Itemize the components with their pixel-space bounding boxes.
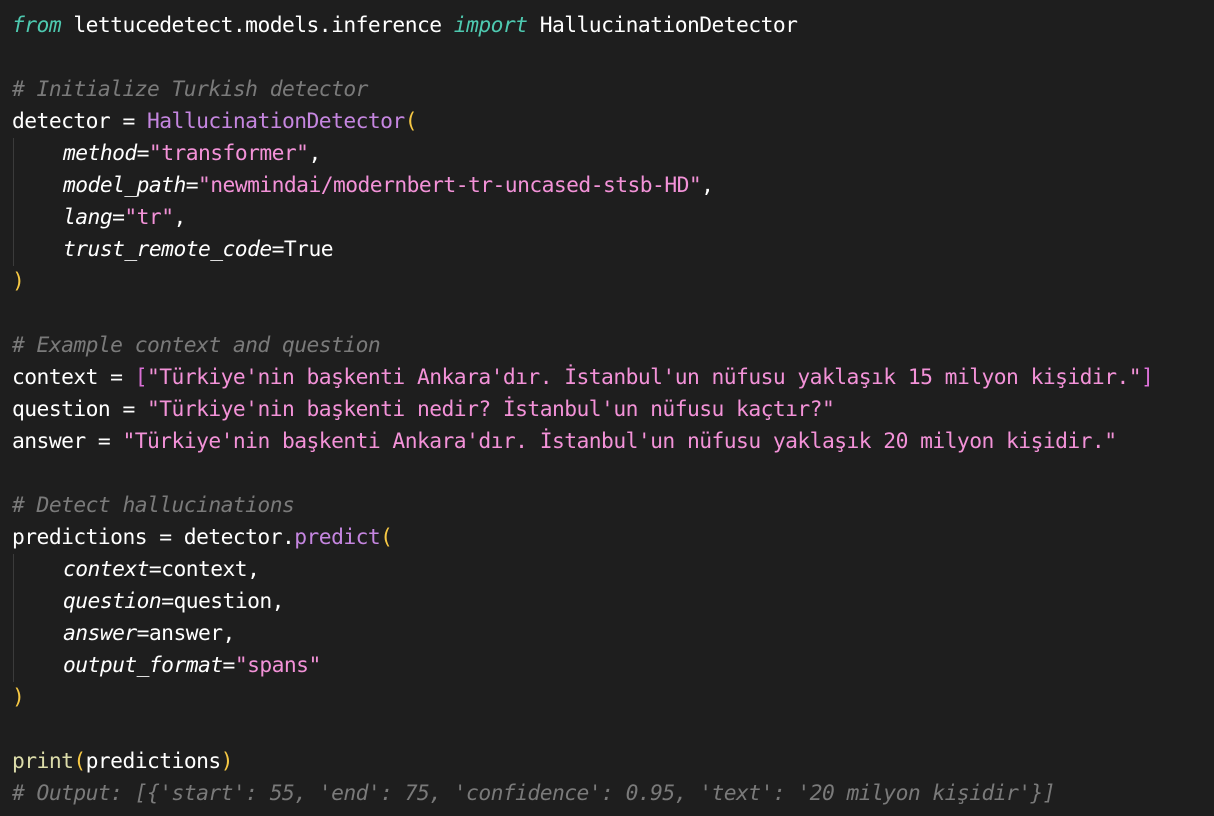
- code-line[interactable]: context = ["Türkiye'nin başkenti Ankara'…: [12, 362, 1214, 394]
- code-text-token: predictions: [85, 749, 222, 774]
- code-text-token: detector =: [12, 109, 147, 134]
- code-line[interactable]: from lettucedetect.models.inference impo…: [12, 10, 1214, 42]
- code-text-token: ,: [308, 141, 321, 166]
- string-literal-token: "Türkiye'nin başkenti Ankara'dır. İstanb…: [147, 365, 1142, 390]
- paren-token: ): [12, 269, 25, 294]
- paren-token: ): [12, 685, 25, 710]
- string-literal-token: "newmindai/modernbert-tr-uncased-stsb-HD…: [198, 173, 702, 198]
- argument-name-token: trust_remote_code: [63, 237, 272, 262]
- code-line[interactable]: predictions = detector.predict(: [12, 522, 1214, 554]
- string-literal-token: "spans": [234, 653, 321, 678]
- code-line[interactable]: [12, 298, 1214, 330]
- code-text-token: =question,: [161, 589, 284, 614]
- indent-guide: [12, 618, 63, 650]
- string-literal-token: "transformer": [148, 141, 309, 166]
- code-editor[interactable]: from lettucedetect.models.inference impo…: [0, 0, 1214, 816]
- code-text-token: =: [136, 141, 150, 166]
- code-line[interactable]: output_format="spans": [12, 650, 1214, 682]
- code-text-token: answer =: [12, 429, 123, 454]
- code-line[interactable]: question=question,: [12, 586, 1214, 618]
- string-literal-token: "Türkiye'nin başkenti nedir? İstanbul'un…: [147, 397, 835, 422]
- code-line[interactable]: model_path="newmindai/modernbert-tr-unca…: [12, 170, 1214, 202]
- comment-token: # Initialize Turkish detector: [12, 77, 368, 102]
- code-line[interactable]: # Output: [{'start': 55, 'end': 75, 'con…: [12, 778, 1214, 810]
- indent-guide: [12, 650, 63, 682]
- code-line[interactable]: context=context,: [12, 554, 1214, 586]
- function-name-token: HallucinationDetector: [147, 109, 405, 134]
- indent-guide: [12, 138, 63, 170]
- paren-token: ): [220, 749, 234, 774]
- argument-name-token: question: [63, 589, 162, 614]
- code-line[interactable]: detector = HallucinationDetector(: [12, 106, 1214, 138]
- code-line[interactable]: answer = "Türkiye'nin başkenti Ankara'dı…: [12, 426, 1214, 458]
- code-line[interactable]: # Detect hallucinations: [12, 490, 1214, 522]
- indent-guide: [12, 202, 63, 234]
- code-text-token: =True: [271, 237, 334, 262]
- string-literal-token: "tr": [124, 205, 174, 230]
- keyword-token: import: [453, 13, 528, 38]
- code-line[interactable]: # Example context and question: [12, 330, 1214, 362]
- code-line[interactable]: print(predictions): [12, 746, 1214, 778]
- code-line[interactable]: lang="tr",: [12, 202, 1214, 234]
- paren-token: (: [380, 525, 393, 550]
- paren-token: (: [404, 109, 418, 134]
- bracket-token: [: [134, 365, 148, 390]
- function-name-token: predict: [294, 525, 381, 550]
- code-text-token: =context,: [148, 557, 260, 582]
- bracket-token: ]: [1141, 365, 1154, 390]
- indent-guide: [12, 586, 63, 618]
- code-text-token: lettucedetect.models.inference: [61, 13, 454, 38]
- paren-token: (: [73, 749, 86, 774]
- comment-token: # Example context and question: [12, 333, 381, 358]
- builtin-token: print: [12, 749, 74, 774]
- code-line[interactable]: answer=answer,: [12, 618, 1214, 650]
- code-line[interactable]: method="transformer",: [12, 138, 1214, 170]
- code-text-token: context =: [12, 365, 135, 390]
- code-text-token: =: [112, 205, 125, 230]
- code-line[interactable]: # Initialize Turkish detector: [12, 74, 1214, 106]
- indent-guide: [12, 234, 63, 266]
- comment-token: # Detect hallucinations: [12, 493, 295, 518]
- argument-name-token: output_format: [63, 653, 223, 678]
- code-line[interactable]: [12, 458, 1214, 490]
- code-text-token: ,: [701, 173, 714, 198]
- code-line[interactable]: [12, 714, 1214, 746]
- code-text-token: =answer,: [136, 621, 236, 646]
- indent-guide: [12, 170, 63, 202]
- code-text-token: ,: [173, 205, 186, 230]
- comment-token: # Output: [{'start': 55, 'end': 75, 'con…: [12, 781, 1056, 806]
- argument-name-token: answer: [63, 621, 137, 646]
- keyword-token: from: [12, 13, 62, 38]
- code-line[interactable]: ): [12, 682, 1214, 714]
- argument-name-token: context: [63, 557, 149, 582]
- code-line[interactable]: [12, 42, 1214, 74]
- indent-guide: [12, 554, 63, 586]
- argument-name-token: lang: [63, 205, 113, 230]
- code-line[interactable]: question = "Türkiye'nin başkenti nedir? …: [12, 394, 1214, 426]
- argument-name-token: method: [63, 141, 137, 166]
- code-text-token: question =: [12, 397, 147, 422]
- code-text-token: HallucinationDetector: [527, 13, 798, 38]
- code-line[interactable]: trust_remote_code=True: [12, 234, 1214, 266]
- code-text-token: predictions = detector.: [12, 525, 295, 550]
- code-text-token: =: [222, 653, 236, 678]
- code-text-token: =: [185, 173, 199, 198]
- string-literal-token: "Türkiye'nin başkenti Ankara'dır. İstanb…: [122, 429, 1117, 454]
- argument-name-token: model_path: [63, 173, 186, 198]
- code-line[interactable]: ): [12, 266, 1214, 298]
